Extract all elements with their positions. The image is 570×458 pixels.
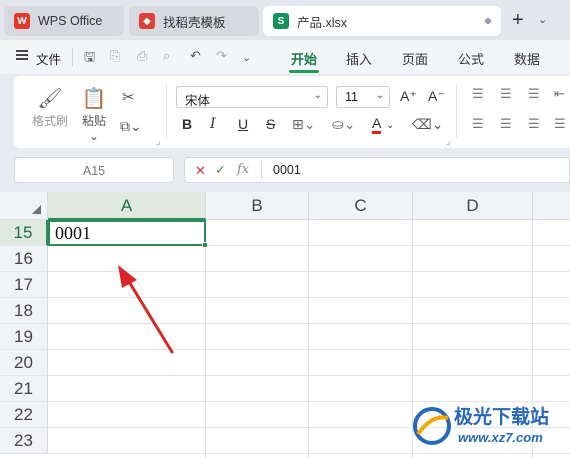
- watermark-url: www.xz7.com: [458, 430, 543, 445]
- annotation-arrow: [118, 265, 174, 354]
- watermark-logo: 极光下载站 www.xz7.com: [410, 400, 566, 454]
- watermark-logo-icon: [413, 407, 451, 445]
- watermark-brand: 极光下载站: [454, 406, 550, 428]
